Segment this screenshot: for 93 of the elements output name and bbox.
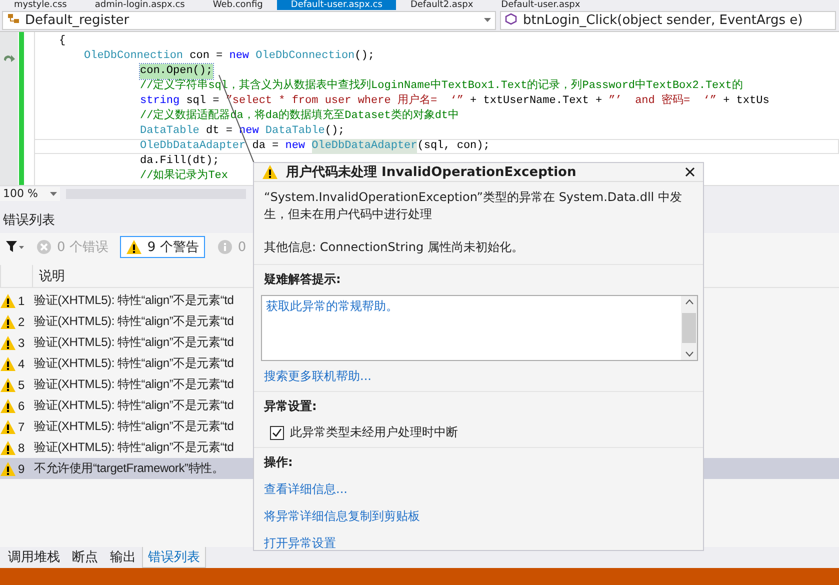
document-tab[interactable]: Default2.aspx — [396, 0, 488, 10]
method-icon — [505, 13, 519, 28]
code-text: (sql, con); — [417, 138, 490, 154]
section-heading: 操作: — [264, 454, 293, 471]
panel-tab[interactable]: 调用堆栈 — [2, 547, 66, 568]
row-number: 9 — [17, 462, 26, 476]
panel-tab[interactable]: 输出 — [104, 547, 142, 568]
error-description: 验证(XHTML5): 特性“align”不是元素“td — [33, 397, 234, 414]
code-text: DataTable — [265, 124, 325, 139]
error-description: 验证(XHTML5): 特性“align”不是元素“td — [33, 334, 234, 352]
code-text: string — [140, 94, 180, 108]
dropdown-caret-icon — [484, 18, 491, 22]
document-tab[interactable]: Default-user.aspx — [487, 0, 594, 10]
error-description: 验证(XHTML5): 特性“align”不是元素“td — [33, 313, 234, 330]
warning-icon — [262, 164, 278, 180]
code-text: da = — [252, 138, 279, 154]
action-link[interactable]: 打开异常设置 — [264, 535, 336, 552]
document-tab[interactable]: Web.config — [198, 0, 277, 10]
document-tab[interactable]: Default-user.aspx.cs — [276, 0, 396, 10]
checkbox-label: 此异常类型未经用户处理时中断 — [290, 424, 458, 441]
class-dropdown[interactable]: Default_register — [2, 10, 496, 30]
action-link[interactable]: 将异常详细信息复制到剪贴板 — [264, 508, 420, 525]
error-description: 不允许使用“targetFramework”特性。 — [33, 460, 224, 478]
additional-info: 其他信息: ConnectionString 属性尚未初始化。 — [264, 239, 524, 256]
code-text: (); — [324, 124, 345, 139]
code-text: DataTable — [140, 124, 200, 139]
scroll-down-icon[interactable] — [684, 351, 694, 357]
close-icon — [685, 167, 695, 177]
row-number: 8 — [17, 440, 26, 455]
warning-icon — [0, 440, 16, 456]
filter-icon[interactable] — [6, 240, 24, 254]
code-text: da.Fill(dt); — [140, 154, 220, 169]
warning-icon — [126, 239, 142, 256]
warning-icon — [0, 334, 16, 351]
info-icon — [216, 239, 233, 256]
help-link[interactable]: 获取此异常的常规帮助。 — [266, 299, 398, 313]
document-tab[interactable]: mystyle.css — [0, 0, 81, 10]
panel-title: 错误列表 — [3, 212, 55, 230]
code-text: OleDbDataAdapter — [140, 138, 246, 154]
member-dropdown[interactable]: btnLogin_Click(object sender, EventArgs e) — [500, 10, 836, 30]
section-heading: 异常设置: — [264, 398, 317, 415]
code-text: OleDbConnection — [84, 48, 184, 64]
code-text: + txtUserName.Text + — [470, 94, 602, 109]
break-checkbox[interactable] — [270, 426, 284, 440]
popup-title: 用户代码未处理 InvalidOperationException — [286, 164, 578, 181]
code-text: sql = — [186, 94, 220, 109]
warning-icon — [0, 460, 16, 477]
code-text: con.Open(); — [140, 64, 213, 79]
warning-icon — [0, 418, 16, 435]
filter-button[interactable]: 9 个警告 — [120, 236, 205, 258]
exception-message: “System.InvalidOperationException”类型的异常在 System.Data.dll 中发生，但未在用户代码中进行处理 — [264, 189, 683, 223]
panel-tab[interactable]: 错误列表 — [142, 547, 206, 568]
section-heading: 疑难解答提示: — [264, 271, 341, 288]
warning-icon — [0, 314, 16, 330]
row-number: 1 — [17, 294, 26, 308]
row-number: 4 — [17, 356, 26, 371]
code-text: OleDbDataAdapter — [312, 138, 418, 154]
error-description: 验证(XHTML5): 特性“align”不是元素“td — [33, 292, 234, 310]
check-icon — [272, 428, 282, 438]
code-text: //如果记录为Tex — [140, 168, 228, 184]
search-help-link[interactable]: 搜索更多联机帮助... — [264, 368, 372, 385]
document-tab[interactable]: admin-login.aspx.cs — [80, 0, 199, 10]
error-description: 验证(XHTML5): 特性“align”不是元素“td — [33, 418, 234, 436]
vertical-scrollbar[interactable] — [681, 296, 697, 360]
code-text: { — [59, 34, 66, 49]
warning-icon — [0, 292, 16, 309]
code-text: + txtUs — [723, 94, 770, 109]
error-description: 验证(XHTML5): 特性“align”不是元素“td — [33, 439, 234, 456]
row-number: 6 — [17, 398, 26, 413]
column-header[interactable]: 说明 — [32, 265, 252, 288]
row-number: 5 — [17, 378, 26, 392]
code-text: new — [229, 48, 250, 64]
row-number: 3 — [17, 336, 26, 350]
row-number: 2 — [17, 314, 26, 329]
code-text: new — [285, 138, 306, 154]
warning-icon — [0, 356, 16, 372]
error-description: 验证(XHTML5): 特性“align”不是元素“td — [33, 355, 234, 372]
close-button[interactable] — [685, 167, 695, 177]
code-text: ”’ and 密码= ‘” — [608, 94, 716, 109]
code-text: con = — [190, 48, 223, 64]
zoom-dropdown[interactable]: 100 % — [0, 186, 60, 201]
warning-icon — [0, 376, 16, 393]
action-link[interactable]: 查看详细信息... — [264, 481, 348, 498]
warning-icon — [0, 398, 16, 414]
row-number: 7 — [17, 420, 26, 434]
panel-tab[interactable]: 断点 — [66, 547, 104, 568]
code-text: (); — [354, 48, 374, 64]
dropdown-caret-icon — [50, 192, 57, 196]
error-description: 验证(XHTML5): 特性“align”不是元素“td — [33, 376, 234, 394]
scroll-up-icon[interactable] — [684, 299, 694, 305]
code-text: OleDbConnection — [256, 48, 355, 64]
error-icon — [36, 239, 52, 256]
code-text: dt = — [206, 124, 232, 139]
